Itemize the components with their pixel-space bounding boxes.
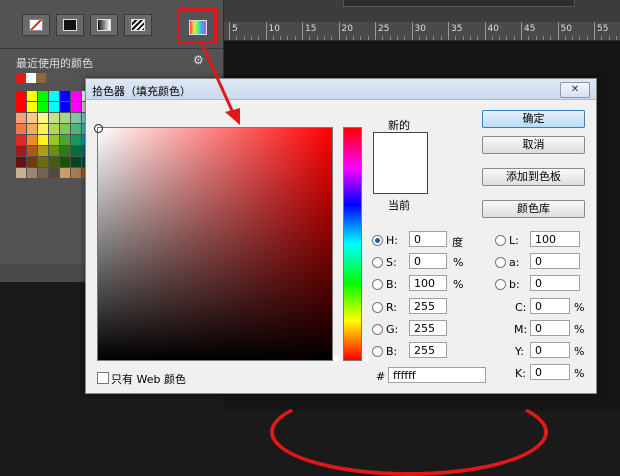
annotation-arrow-line bbox=[200, 43, 236, 116]
annotation-arrow bbox=[200, 43, 240, 125]
annotation-arrow-head bbox=[225, 108, 240, 125]
